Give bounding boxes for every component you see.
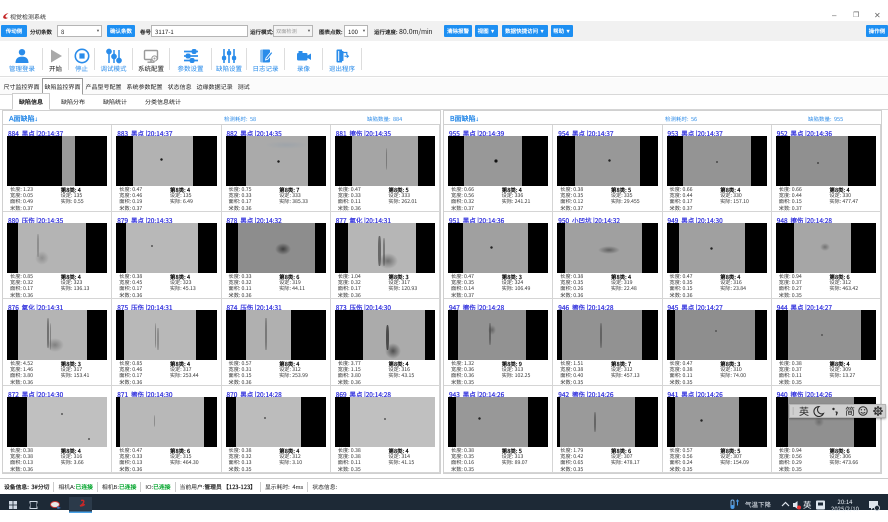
svg-text:简: 简 [845, 405, 855, 417]
svg-text:2025/2/10: 2025/2/10 [831, 504, 860, 513]
svg-text:英: 英 [799, 405, 809, 417]
svg-text:英: 英 [803, 499, 812, 511]
svg-text:气温下降: 气温下降 [745, 499, 772, 509]
